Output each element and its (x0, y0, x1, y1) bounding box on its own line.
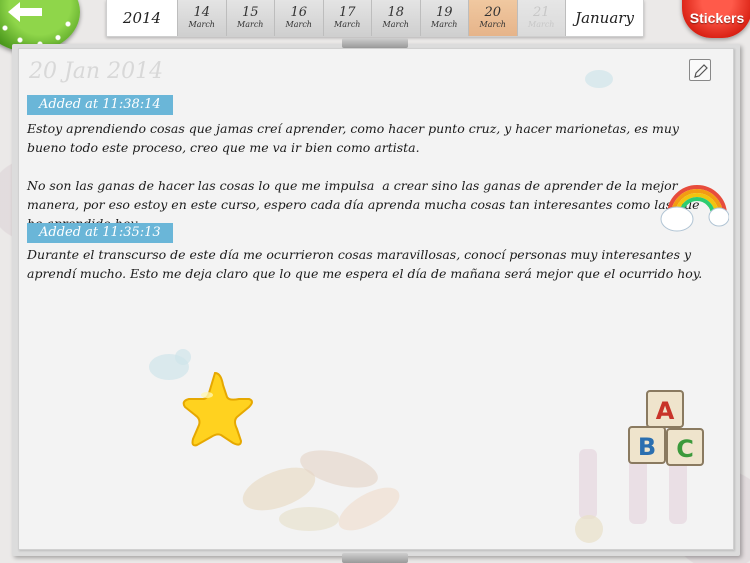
bird-illustration (585, 70, 613, 88)
day-cell-14[interactable]: 14 March (177, 0, 226, 36)
day-month: March (431, 20, 458, 29)
day-number: 14 (193, 5, 211, 20)
edit-button[interactable] (689, 59, 711, 81)
day-number: 19 (435, 5, 453, 20)
day-list: 14 March 15 March 16 March 17 March 18 March 19 Mar… (177, 0, 565, 36)
day-month: March (382, 20, 409, 29)
note-text-content: Durante el transcurso de este día me ocu… (27, 247, 703, 281)
day-cell-15[interactable]: 15 March (225, 0, 274, 36)
entry-date: 20 Jan 2014 (29, 59, 164, 84)
star-sticker[interactable] (179, 371, 257, 449)
day-cell-20[interactable]: 20 March (468, 0, 517, 36)
note-text-content: Estoy aprendiendo cosas que jamas creí a… (27, 121, 700, 231)
binder-clip-bottom (342, 553, 408, 563)
pencil-icon (694, 64, 708, 78)
day-month: March (285, 20, 312, 29)
day-cell-16[interactable]: 16 March (274, 0, 323, 36)
year-selector[interactable]: 2014 (107, 0, 177, 36)
back-arrow-icon (8, 2, 42, 22)
day-cell-19[interactable]: 19 March (419, 0, 468, 36)
note-text[interactable]: Durante el transcurso de este día me ocu… (27, 245, 717, 283)
day-number: 20 (484, 5, 502, 20)
day-cell-17[interactable]: 17 March (322, 0, 371, 36)
rainbow-cloud-sticker[interactable] (659, 175, 729, 233)
day-number: 18 (387, 5, 405, 20)
day-month: March (334, 20, 361, 29)
day-number: 15 (241, 5, 259, 20)
block-letter-c: C (676, 435, 694, 463)
note-time-tag: Added at 11:38:14 (27, 95, 173, 115)
day-cell-21: 21 March (516, 0, 565, 36)
day-number: 17 (338, 5, 356, 20)
day-number: 16 (290, 5, 308, 20)
leaves-illustration (242, 450, 400, 531)
day-month: March (479, 20, 506, 29)
block-letter-a: A (656, 397, 675, 425)
day-month: March (528, 20, 555, 29)
day-cell-18[interactable]: 18 March (371, 0, 420, 36)
binder-clip-top (342, 38, 408, 48)
journal-page: 20 Jan 2014 Added at 11:38:14 Estoy apre… (18, 48, 734, 550)
date-strip: 2014 14 March 15 March 16 March 17 March 18 March… (106, 0, 644, 37)
note-text[interactable]: Estoy aprendiendo cosas que jamas creí a… (27, 119, 717, 233)
stickers-label: Stickers (689, 10, 745, 26)
day-number: 21 (532, 5, 550, 20)
day-month: March (237, 20, 264, 29)
month-selector[interactable]: January (565, 0, 643, 36)
block-letter-b: B (638, 433, 656, 461)
day-month: March (188, 20, 215, 29)
note-time-tag: Added at 11:35:13 (27, 223, 173, 243)
abc-blocks-sticker[interactable]: A B C (627, 389, 707, 471)
